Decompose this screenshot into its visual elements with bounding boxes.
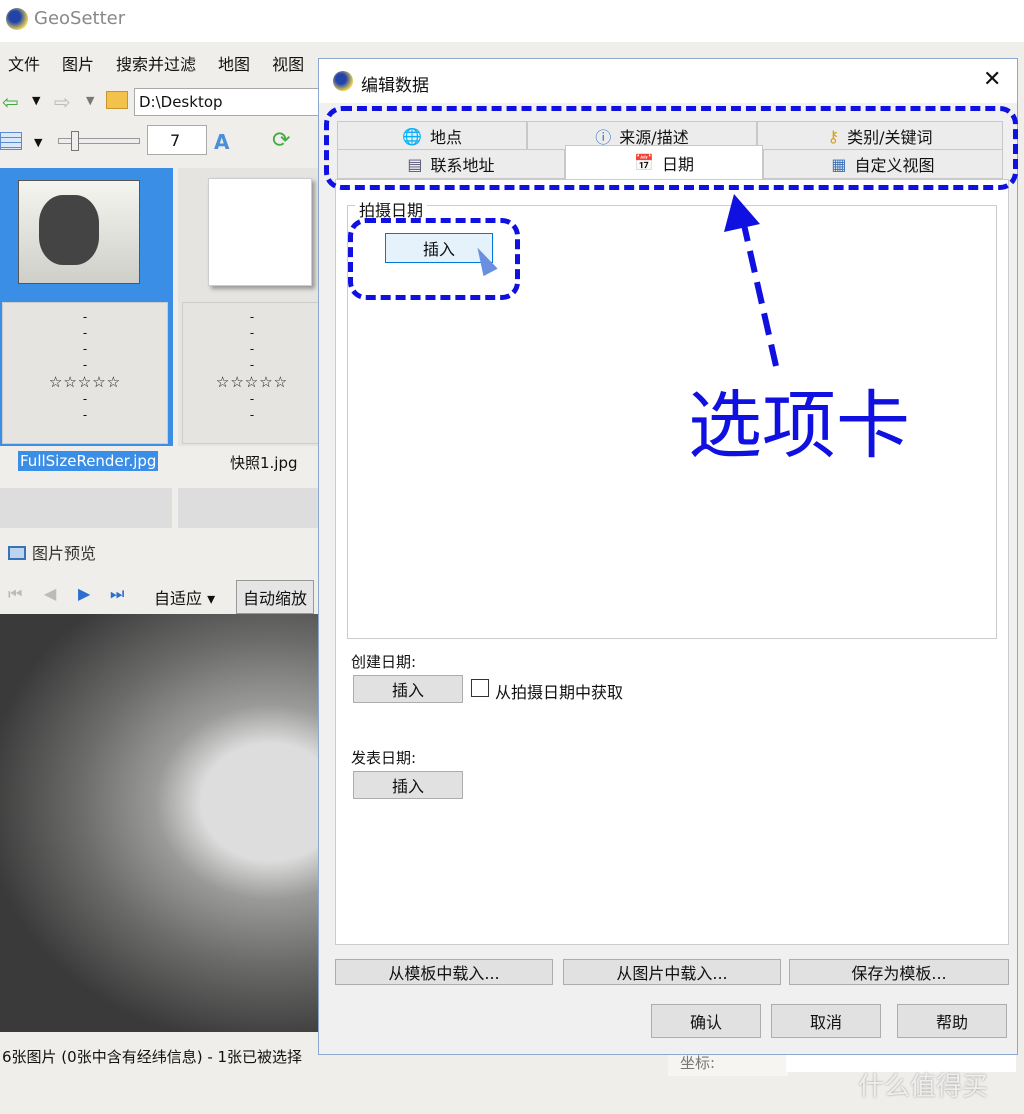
menu-map[interactable]: 地图 xyxy=(218,51,250,74)
dialog-logo-icon xyxy=(333,71,353,91)
dialog-titlebar: 编辑数据 ✕ xyxy=(319,59,1017,103)
preview-toolbar: ⏮ ◀ ▶ ⏭ 自适应 ▾ 自动缩放 xyxy=(0,578,318,614)
thumbnail-image xyxy=(208,178,312,286)
thumbnail-item[interactable] xyxy=(0,488,172,528)
dialog-title: 编辑数据 xyxy=(361,76,429,96)
menu-view[interactable]: 视图 xyxy=(272,51,304,74)
published-date-insert-button[interactable]: 插入 xyxy=(353,771,463,799)
rating-stars[interactable]: ☆☆☆☆☆ xyxy=(183,373,321,391)
annotation-label: 选项卡 xyxy=(688,383,910,469)
thumbnail-item-selected[interactable]: ---- ☆☆☆☆☆ -- xyxy=(0,168,173,446)
preview-title: 图片预览 xyxy=(32,544,97,563)
rating-stars[interactable]: ☆☆☆☆☆ xyxy=(3,373,167,391)
refresh-icon[interactable]: ⟳ xyxy=(272,128,290,153)
created-date-insert-button[interactable]: 插入 xyxy=(353,675,463,703)
published-date-label: 发表日期: xyxy=(351,749,417,767)
preview-image xyxy=(0,614,318,1032)
thumbnail-item[interactable]: ---- ☆☆☆☆☆ -- xyxy=(178,168,322,446)
cancel-button[interactable]: 取消 xyxy=(771,1004,881,1038)
menu-file[interactable]: 文件 xyxy=(8,51,40,74)
save-as-template-button[interactable]: 保存为模板... xyxy=(789,959,1009,985)
thumbnail-item[interactable] xyxy=(178,488,320,528)
insert-highlight-annotation xyxy=(348,218,520,300)
first-image-icon[interactable]: ⏮ xyxy=(8,584,22,604)
thumbnail-filename[interactable]: FullSizeRender.jpg xyxy=(18,451,159,471)
app-title: GeoSetter xyxy=(34,8,126,29)
thumbnail-info: ---- ☆☆☆☆☆ -- xyxy=(182,302,322,444)
preview-panel-header: 图片预览 xyxy=(0,536,318,566)
back-dropdown-icon[interactable]: ▼ xyxy=(32,94,40,107)
forward-dropdown-icon[interactable]: ▼ xyxy=(86,94,94,107)
back-arrow-icon[interactable]: ⇦ xyxy=(2,90,19,114)
watermark: 什么值得买 xyxy=(858,1072,989,1102)
load-from-template-button[interactable]: 从模板中载入... xyxy=(335,959,553,985)
thumbnail-info: ---- ☆☆☆☆☆ -- xyxy=(2,302,168,444)
help-button[interactable]: 帮助 xyxy=(897,1004,1007,1038)
auto-zoom-button[interactable]: 自动缩放 xyxy=(236,580,315,614)
fit-dropdown[interactable]: 自适应 ▾ xyxy=(154,585,215,609)
last-image-icon[interactable]: ⏭ xyxy=(110,584,124,604)
ok-button[interactable]: 确认 xyxy=(651,1004,761,1038)
load-from-image-button[interactable]: 从图片中载入... xyxy=(563,959,781,985)
path-input[interactable]: D:\Desktop xyxy=(134,88,324,116)
tabs-highlight-annotation xyxy=(324,106,1018,190)
previous-image-icon[interactable]: ◀ xyxy=(44,584,56,603)
menu-bar: 文件 图片 搜索并过滤 地图 视图 xyxy=(0,44,330,78)
view-dropdown-icon[interactable]: ▼ xyxy=(34,136,42,149)
from-taken-date-label: 从拍摄日期中获取 xyxy=(495,683,624,702)
menu-search-filter[interactable]: 搜索并过滤 xyxy=(116,51,196,74)
menu-images[interactable]: 图片 xyxy=(62,51,94,74)
status-text: 6张图片 (0张中含有经纬信息) - 1张已被选择 xyxy=(2,1048,303,1066)
forward-arrow-icon[interactable]: ⇨ xyxy=(54,90,71,114)
edit-data-dialog: 编辑数据 ✕ 🌐 地点 ⓘ 来源/描述 ⚷ 类别/关键词 ▤ 联系地址 📅 日期 ▦ 自定义… xyxy=(318,58,1018,1055)
view-mode-icon[interactable] xyxy=(0,132,22,150)
thumbnail-image xyxy=(18,180,140,284)
close-icon[interactable]: ✕ xyxy=(983,67,1001,92)
next-image-icon[interactable]: ▶ xyxy=(78,584,90,603)
app-titlebar: GeoSetter xyxy=(0,0,1024,42)
thumbnail-size-slider[interactable] xyxy=(58,131,140,151)
sort-icon[interactable]: A xyxy=(214,130,229,154)
preview-icon xyxy=(8,546,26,560)
annotation-arrow-icon xyxy=(724,194,779,367)
created-date-label: 创建日期: xyxy=(351,653,417,671)
geosetter-logo-icon xyxy=(6,8,28,30)
thumbnail-size-spinner[interactable]: 7 xyxy=(147,125,207,155)
thumbnail-filename[interactable]: 快照1.jpg xyxy=(230,452,298,473)
folder-up-icon[interactable] xyxy=(106,91,128,109)
from-taken-date-checkbox[interactable] xyxy=(471,679,489,697)
